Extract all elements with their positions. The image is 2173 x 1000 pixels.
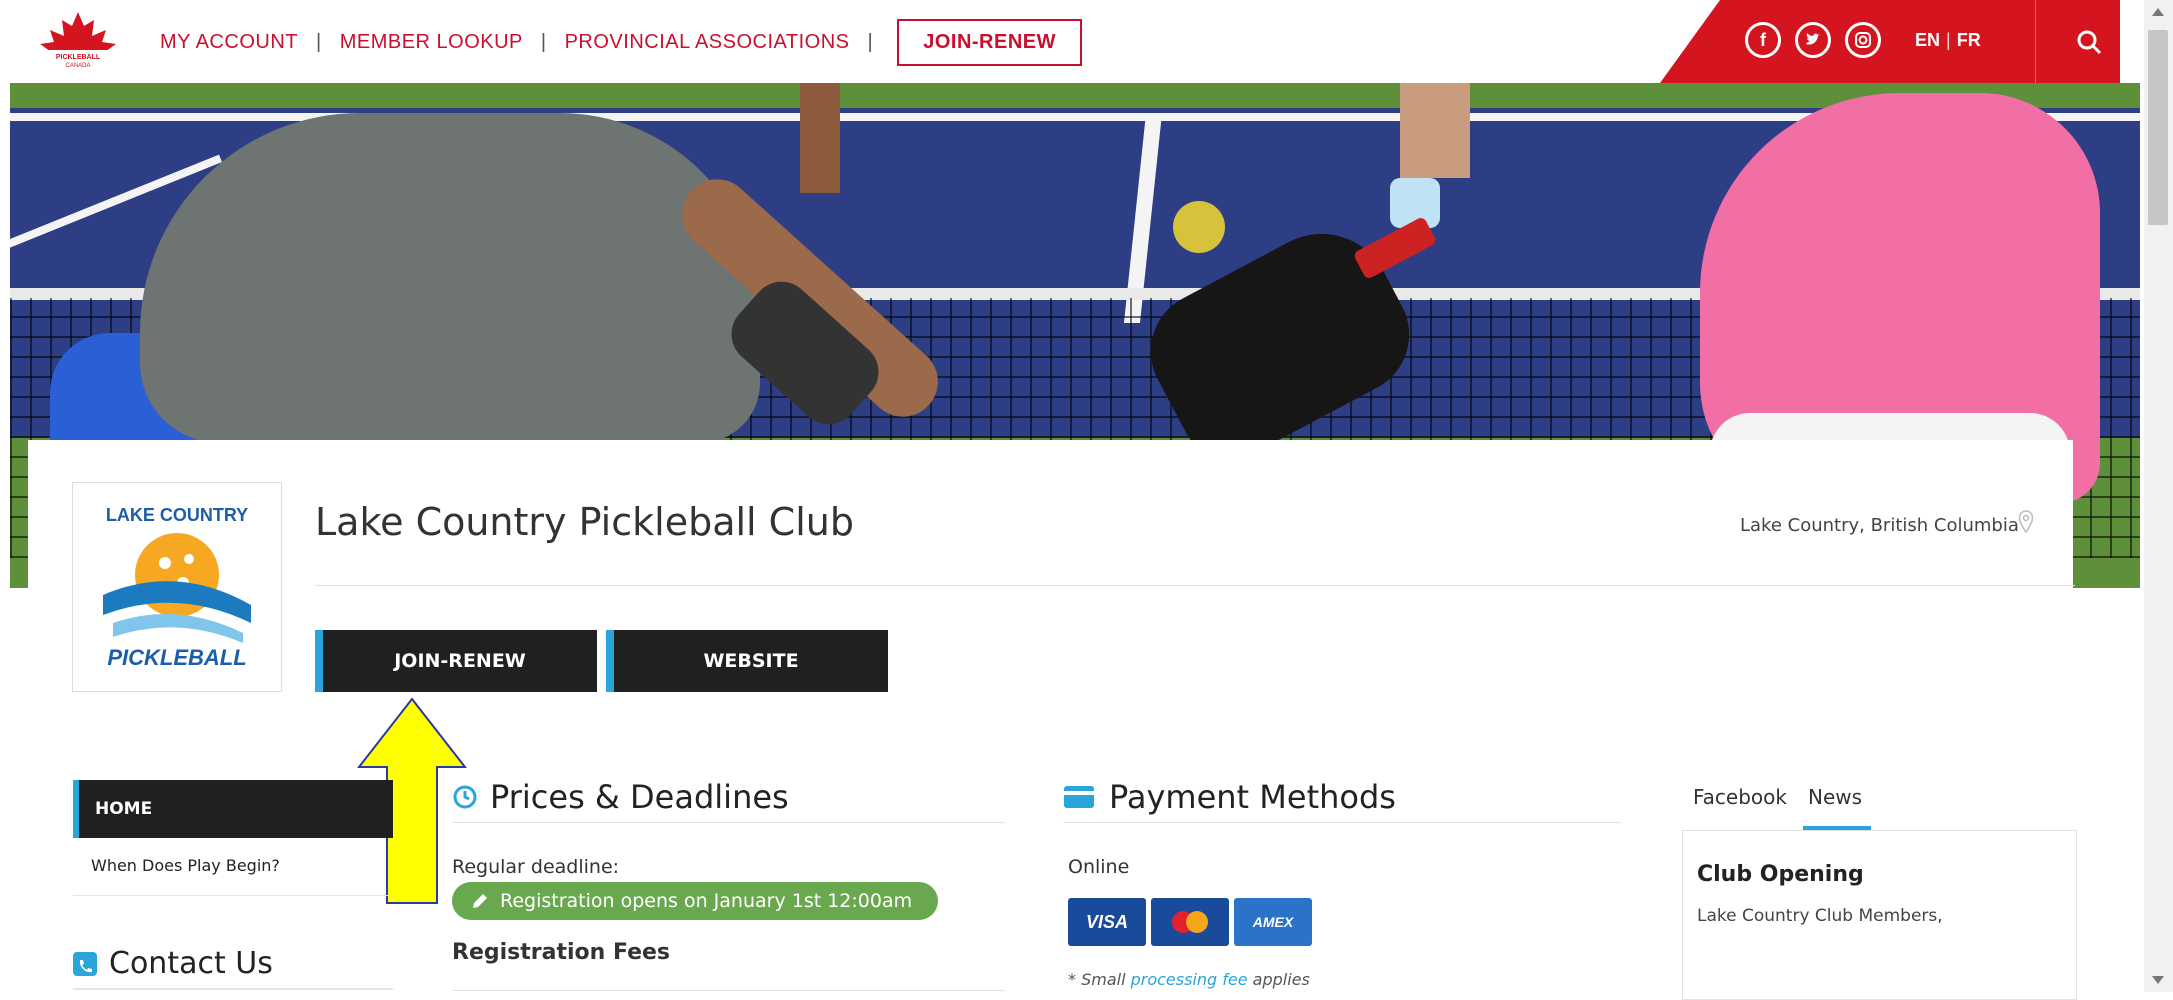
nav-separator: | bbox=[540, 30, 547, 53]
news-item-text: Lake Country Club Members, bbox=[1697, 906, 1943, 926]
news-item-title[interactable]: Club Opening bbox=[1697, 862, 1864, 887]
top-nav: MY ACCOUNT | MEMBER LOOKUP | PROVINCIAL … bbox=[160, 18, 1082, 66]
sidebar-item-when-does-play-begin[interactable]: When Does Play Begin? bbox=[73, 838, 393, 896]
registration-status-text: Registration opens on January 1st 12:00a… bbox=[500, 890, 913, 912]
club-location: Lake Country, British Columbia bbox=[1740, 515, 2019, 536]
facebook-icon[interactable]: f bbox=[1745, 22, 1781, 58]
note-prefix: * Small bbox=[1068, 970, 1131, 989]
twitter-icon[interactable] bbox=[1795, 22, 1831, 58]
divider bbox=[315, 585, 2075, 586]
clock-icon bbox=[453, 785, 477, 809]
nav-member-lookup[interactable]: MEMBER LOOKUP bbox=[340, 31, 523, 54]
join-renew-button[interactable]: JOIN-RENEW bbox=[315, 630, 597, 692]
website-button[interactable]: WEBSITE bbox=[606, 630, 888, 692]
hero-pickleball bbox=[1173, 201, 1225, 253]
hero-player-legs bbox=[1400, 83, 1470, 178]
nav-provincial-associations[interactable]: PROVINCIAL ASSOCIATIONS bbox=[565, 31, 850, 54]
amex-card-icon: AMEX bbox=[1234, 898, 1312, 946]
top-bar: PICKLEBALL CANADA MY ACCOUNT | MEMBER LO… bbox=[0, 0, 2173, 83]
contact-us-heading: Contact Us bbox=[73, 946, 273, 981]
registration-fees-heading: Registration Fees bbox=[452, 940, 671, 965]
pickleball-canada-logo[interactable]: PICKLEBALL CANADA bbox=[32, 10, 124, 72]
mastercard-icon bbox=[1151, 898, 1229, 946]
club-logo-bottom-text: PICKLEBALL bbox=[107, 645, 246, 670]
header-join-renew-button[interactable]: JOIN-RENEW bbox=[897, 18, 1082, 66]
club-name: Lake Country Pickleball Club bbox=[315, 500, 854, 544]
prices-heading: Prices & Deadlines bbox=[452, 778, 789, 816]
scrollbar-thumb[interactable] bbox=[2148, 30, 2168, 225]
note-suffix: applies bbox=[1247, 970, 1310, 989]
scroll-up-icon[interactable] bbox=[2150, 6, 2166, 18]
club-logo: LAKE COUNTRY PICKLEBALL bbox=[72, 482, 282, 692]
divider bbox=[452, 822, 1005, 823]
payment-heading: Payment Methods bbox=[1063, 778, 1396, 816]
pencil-icon bbox=[473, 894, 487, 908]
payment-title: Payment Methods bbox=[1109, 778, 1396, 816]
club-logo-top-text: LAKE COUNTRY bbox=[106, 505, 248, 525]
payment-online-label: Online bbox=[1068, 856, 1130, 878]
lang-fr[interactable]: FR bbox=[1957, 30, 1981, 50]
registration-status-badge: Registration opens on January 1st 12:00a… bbox=[452, 882, 938, 920]
instagram-icon[interactable] bbox=[1845, 22, 1881, 58]
lang-en[interactable]: EN bbox=[1915, 30, 1940, 50]
language-switcher: EN | FR bbox=[1915, 30, 1981, 51]
tab-news[interactable]: News bbox=[1808, 785, 1862, 809]
nav-separator: | bbox=[315, 30, 322, 53]
nav-separator: | bbox=[867, 30, 874, 53]
phone-icon bbox=[73, 951, 97, 976]
processing-fee-note: * Small processing fee applies bbox=[1068, 970, 1310, 989]
map-pin-icon bbox=[2018, 510, 2034, 534]
contact-us-title: Contact Us bbox=[109, 946, 273, 981]
svg-text:CANADA: CANADA bbox=[65, 63, 90, 69]
processing-fee-link[interactable]: processing fee bbox=[1131, 970, 1248, 989]
prices-title: Prices & Deadlines bbox=[490, 778, 789, 816]
credit-card-icon bbox=[1064, 786, 1094, 808]
sidebar-item-home[interactable]: HOME bbox=[73, 780, 393, 838]
nav-my-account[interactable]: MY ACCOUNT bbox=[160, 31, 298, 54]
divider bbox=[1063, 822, 1621, 823]
svg-text:PICKLEBALL: PICKLEBALL bbox=[56, 54, 101, 61]
header-divider bbox=[2035, 0, 2036, 83]
tab-facebook[interactable]: Facebook bbox=[1693, 785, 1787, 809]
divider bbox=[73, 988, 393, 990]
hero-player-legs bbox=[800, 83, 840, 193]
divider bbox=[452, 990, 1005, 991]
hero-player-man bbox=[140, 113, 760, 443]
lang-separator: | bbox=[1946, 30, 1951, 50]
regular-deadline-label: Regular deadline: bbox=[452, 856, 620, 878]
search-icon[interactable] bbox=[2075, 28, 2103, 56]
scroll-down-icon[interactable] bbox=[2150, 974, 2166, 986]
header-red-bar bbox=[1660, 0, 2120, 83]
visa-card-icon: VISA bbox=[1068, 898, 1146, 946]
